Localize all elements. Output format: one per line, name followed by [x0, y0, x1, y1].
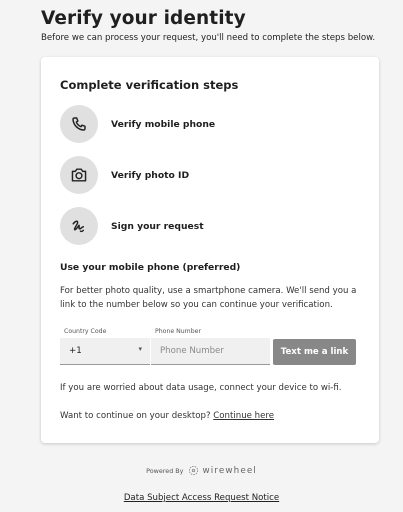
step-label: Verify photo ID [111, 169, 190, 181]
camera-icon [60, 156, 98, 194]
phone-icon [60, 105, 98, 143]
page-subtitle: Before we can process your request, you'… [41, 33, 376, 43]
card-title: Complete verification steps [60, 78, 239, 92]
wheel-icon [189, 465, 199, 476]
country-code-label: Country Code [64, 328, 107, 335]
wirewheel-logo: wirewheel [188, 465, 256, 476]
continue-here-link[interactable]: Continue here [213, 411, 274, 421]
country-code-select[interactable]: +1 ▾ [60, 338, 150, 365]
step-label: Verify mobile phone [111, 118, 216, 130]
wirewheel-brand: wirewheel [202, 465, 257, 476]
powered-by-label: Powered By [146, 466, 184, 475]
wifi-note: If you are worried about data usage, con… [60, 383, 342, 393]
mobile-description: For better photo quality, use a smartpho… [60, 286, 357, 310]
desktop-note: Want to continue on your desktop? Contin… [60, 411, 274, 421]
phone-number-input[interactable] [151, 338, 270, 365]
verification-card: Complete verification steps Verify mobil… [41, 57, 379, 443]
page-title: Verify your identity [41, 8, 246, 29]
phone-number-label: Phone Number [155, 328, 201, 335]
country-code-value: +1 [69, 346, 82, 356]
step-sign-request[interactable]: Sign your request [60, 207, 360, 245]
dsar-notice-link[interactable]: Data Subject Access Request Notice [0, 493, 403, 503]
mobile-section-title: Use your mobile phone (preferred) [60, 262, 241, 273]
powered-by-footer: Powered By wirewheel [0, 465, 403, 476]
caret-down-icon: ▾ [138, 345, 142, 353]
step-label: Sign your request [111, 220, 204, 232]
text-me-link-button[interactable]: Text me a link [273, 339, 356, 365]
step-verify-photo-id[interactable]: Verify photo ID [60, 156, 360, 194]
desktop-prompt: Want to continue on your desktop? [60, 411, 211, 421]
step-verify-phone[interactable]: Verify mobile phone [60, 105, 360, 143]
signature-icon [60, 207, 98, 245]
